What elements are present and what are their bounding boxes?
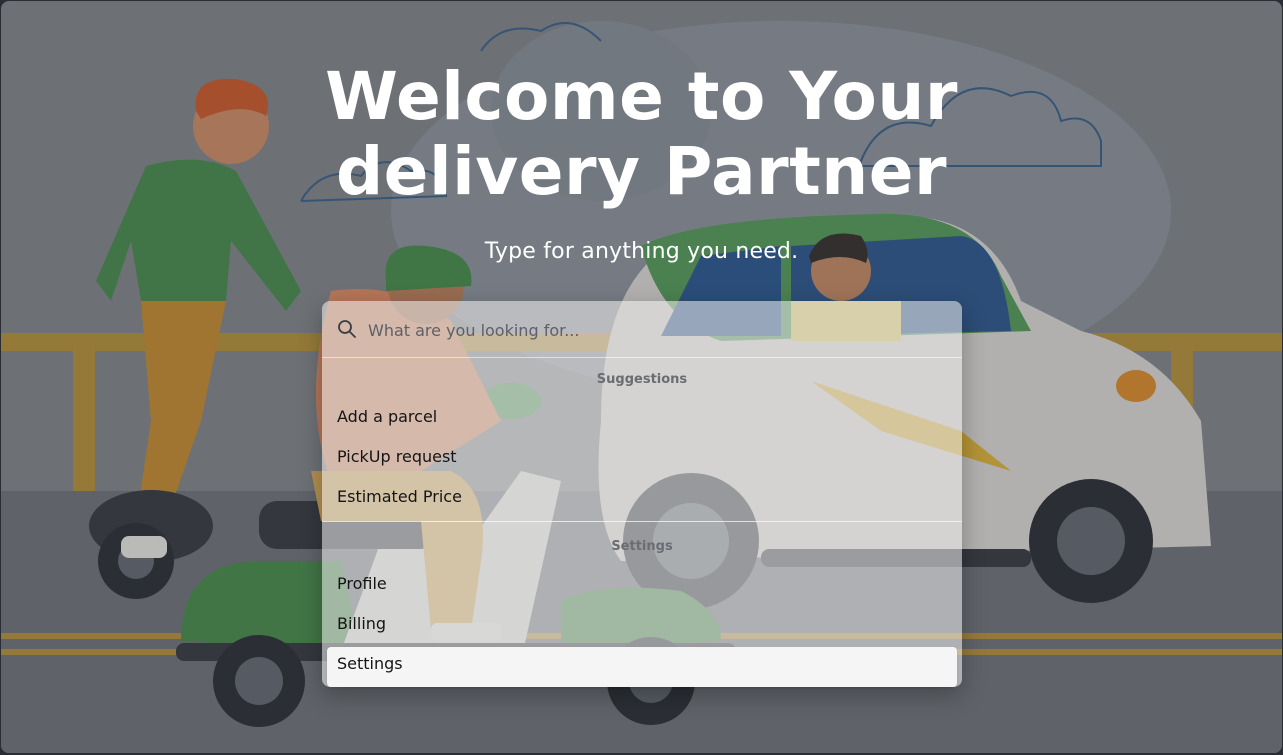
menu-item-billing[interactable]: Billing: [327, 607, 957, 647]
menu-item-profile[interactable]: Profile: [327, 567, 957, 607]
group-heading-suggestions: Suggestions: [596, 372, 688, 387]
page-title: Welcome to Your delivery Partner: [1, 59, 1282, 209]
menu-item-add-parcel[interactable]: Add a parcel: [327, 400, 957, 440]
title-line-1: Welcome to Your: [325, 58, 958, 135]
title-line-2: delivery Partner: [335, 133, 948, 210]
menu-item-settings[interactable]: Settings: [327, 647, 957, 687]
page-subtitle: Type for anything you need.: [484, 239, 799, 264]
menu-item-estimated-price[interactable]: Estimated Price: [327, 480, 957, 520]
group-heading-settings: Settings: [611, 539, 673, 554]
group-divider: [322, 521, 962, 522]
search-input[interactable]: [366, 315, 930, 345]
command-palette: Suggestions Add a parcel PickUp request …: [322, 301, 962, 687]
app-window: Welcome to Your delivery Partner Type fo…: [1, 1, 1282, 753]
search-bar: [322, 301, 962, 358]
search-icon: [338, 320, 356, 338]
menu-item-pickup-request[interactable]: PickUp request: [327, 440, 957, 480]
